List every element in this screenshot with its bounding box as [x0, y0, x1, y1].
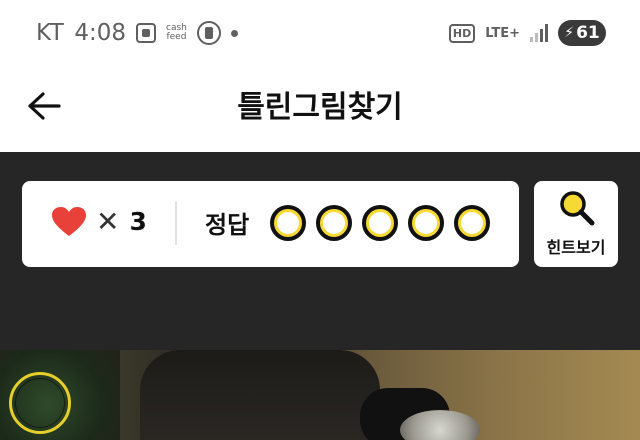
found-difference-marker [9, 372, 71, 434]
signal-icon [530, 24, 548, 42]
game-info-panel: ✕ 3 정답 힌트보기 [0, 152, 640, 350]
more-notifications-dot-icon [230, 29, 238, 37]
app-header: 틀린그림찾기 [0, 68, 640, 152]
charging-bolt-icon: ⚡ [564, 25, 575, 41]
lte-icon: LTE+ [485, 25, 520, 41]
magnifier-icon [560, 191, 595, 226]
answer-progress [270, 205, 490, 241]
app-notification-icon [196, 21, 221, 45]
lives-count: 3 [129, 207, 147, 236]
hint-label: 힌트보기 [546, 238, 606, 257]
answer-slot-icon [316, 205, 352, 241]
status-right: HD LTE+ ⚡ 61 [448, 20, 606, 46]
carrier-label: KT [36, 20, 65, 46]
hint-button[interactable]: 힌트보기 [534, 181, 618, 267]
answer-slot-icon [454, 205, 490, 241]
game-photo[interactable] [0, 350, 640, 440]
answer-slot-icon [408, 205, 444, 241]
battery-level: 61 [576, 23, 600, 43]
lives-counter: ✕ 3 [52, 205, 147, 238]
status-bar: KT 4:08 cash feed HD LTE+ ⚡ 61 [0, 0, 640, 68]
clock: 4:08 [74, 20, 127, 46]
plate-region [400, 410, 480, 440]
cashfeed-icon: cash feed [166, 24, 187, 42]
page-title: 틀린그림찾기 [237, 90, 403, 125]
person-region [140, 350, 380, 440]
answer-slot-icon [362, 205, 398, 241]
screenshot-icon [136, 23, 157, 43]
game-status-card: ✕ 3 정답 [22, 181, 519, 267]
answer-label: 정답 [205, 211, 250, 239]
multiply-icon: ✕ [96, 205, 120, 238]
divider [175, 201, 177, 245]
answer-slot-icon [270, 205, 306, 241]
cashfeed-line2: feed [166, 32, 187, 42]
hd-voice-icon: HD [448, 23, 476, 43]
battery-icon: ⚡ 61 [558, 20, 606, 46]
heart-icon [52, 206, 86, 236]
status-left: KT 4:08 cash feed [36, 20, 238, 46]
